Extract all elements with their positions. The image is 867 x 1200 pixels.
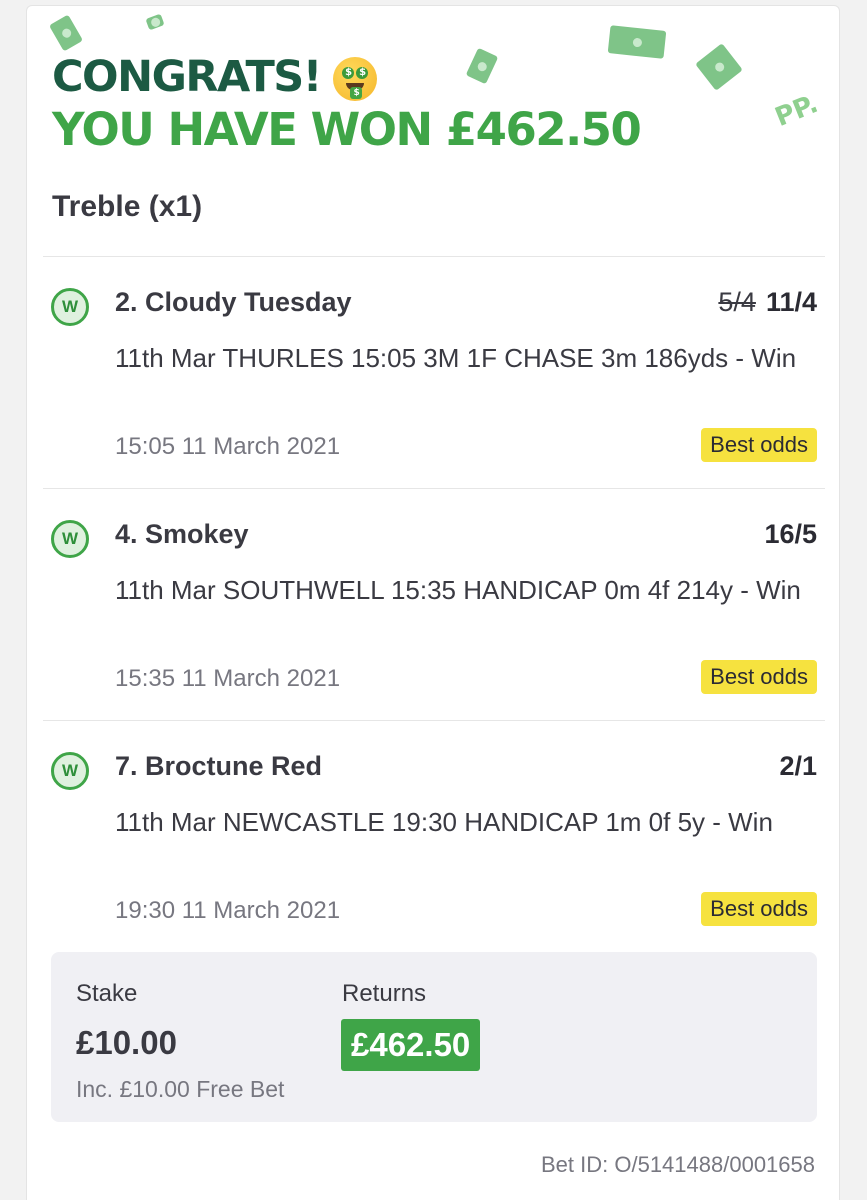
selection-name: 7. Broctune Red	[115, 751, 323, 781]
bet-type-label: Treble (x1)	[52, 190, 203, 223]
divider	[43, 256, 825, 257]
current-odds: 2/1	[779, 751, 817, 781]
win-badge-icon: W	[51, 752, 89, 790]
banknote-icon	[145, 13, 165, 31]
free-bet-note: Inc. £10.00 Free Bet	[76, 1076, 285, 1102]
bet-receipt-card: PP. CONGRATS! $ $ $ YOU HAVE WON £462.50 …	[26, 5, 840, 1200]
current-odds: 11/4	[765, 287, 817, 317]
selection-name: 4. Smokey	[115, 519, 249, 549]
brand-mark: PP.	[770, 88, 823, 134]
selection-time: 15:05 11 March 2021	[115, 433, 341, 460]
divider	[43, 488, 825, 489]
selection-odds: 16/5	[764, 519, 817, 550]
selection-description: 11th Mar THURLES 15:05 3M 1F CHASE 3m 18…	[115, 343, 797, 373]
selection-time: 19:30 11 March 2021	[115, 897, 341, 924]
receipt-header: PP. CONGRATS! $ $ $ YOU HAVE WON £462.50 …	[27, 6, 839, 256]
selection-item: W 2. Cloudy Tuesday 5/4 11/4 11th Mar TH…	[27, 258, 839, 488]
congrats-heading: CONGRATS! $ $ $	[52, 52, 377, 102]
stake-value: £10.00	[76, 1024, 177, 1061]
won-amount-heading: YOU HAVE WON £462.50	[52, 103, 642, 156]
selection-name: 2. Cloudy Tuesday	[115, 287, 352, 317]
best-odds-badge: Best odds	[701, 428, 817, 462]
selection-odds: 2/1	[779, 751, 817, 782]
returns-value: £462.50	[341, 1019, 481, 1071]
selection-description: 11th Mar NEWCASTLE 19:30 HANDICAP 1m 0f …	[115, 807, 773, 837]
congrats-text: CONGRATS!	[52, 52, 322, 102]
stake-label: Stake	[76, 980, 138, 1007]
banknote-icon	[695, 43, 743, 91]
banknote-icon	[607, 25, 667, 59]
win-badge-icon: W	[51, 520, 89, 558]
banknote-icon	[48, 14, 84, 52]
win-badge-icon: W	[51, 288, 89, 326]
money-mouth-face-icon: $ $ $	[332, 57, 377, 101]
returns-label: Returns	[342, 980, 427, 1007]
divider	[43, 720, 825, 721]
previous-odds: 5/4	[718, 287, 756, 317]
selection-odds: 5/4 11/4	[718, 287, 817, 318]
best-odds-badge: Best odds	[701, 892, 817, 926]
selection-time: 15:35 11 March 2021	[115, 665, 341, 692]
best-odds-badge: Best odds	[701, 660, 817, 694]
bet-id: Bet ID: O/5141488/0001658	[541, 1152, 815, 1177]
banknote-icon	[465, 47, 499, 85]
selection-item: W 7. Broctune Red 2/1 11th Mar NEWCASTLE…	[27, 722, 839, 952]
bet-summary: Stake Returns £10.00 £462.50 Inc. £10.00…	[51, 952, 817, 1122]
selection-item: W 4. Smokey 16/5 11th Mar SOUTHWELL 15:3…	[27, 490, 839, 720]
selection-description: 11th Mar SOUTHWELL 15:35 HANDICAP 0m 4f …	[115, 575, 801, 605]
current-odds: 16/5	[764, 519, 817, 549]
